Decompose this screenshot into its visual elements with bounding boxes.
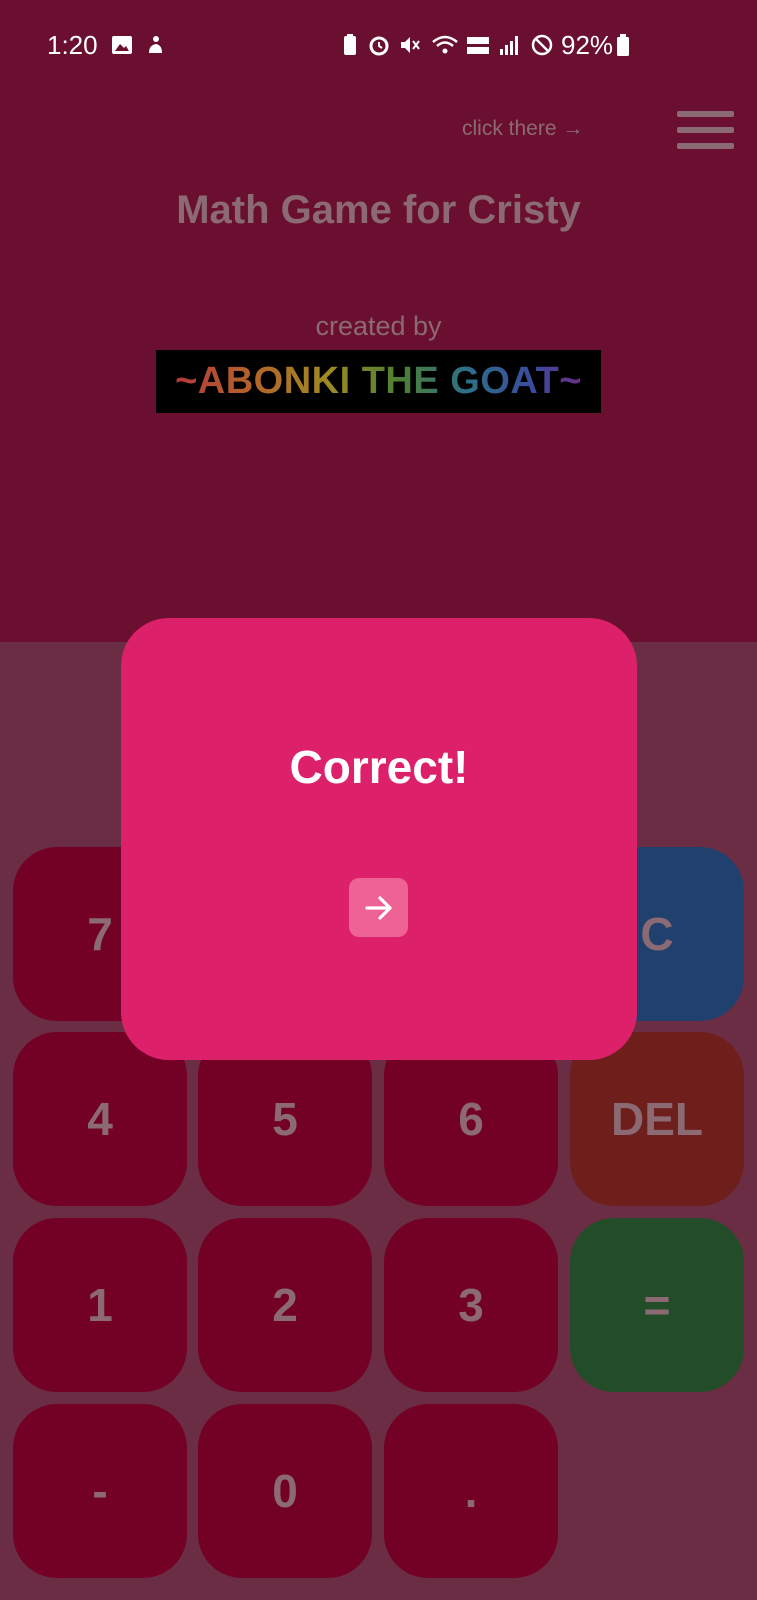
key-equals[interactable]: = — [570, 1218, 744, 1392]
key-3[interactable]: 3 — [384, 1218, 558, 1392]
header-area: 1:20 92% click there → Math Game for Cri… — [0, 0, 757, 642]
author-badge: ~ABONKI THE GOAT~ — [156, 350, 601, 413]
arrow-right-icon — [364, 895, 392, 920]
battery-percentage: 92% — [561, 30, 614, 60]
author-name: ~ABONKI THE GOAT~ — [175, 360, 582, 402]
result-message: Correct! — [289, 741, 469, 793]
wifi-icon — [432, 35, 458, 54]
mute-icon — [401, 37, 420, 53]
next-question-button[interactable] — [349, 878, 408, 937]
created-by-label: created by — [315, 311, 442, 341]
key-decimal[interactable]: . — [384, 1404, 558, 1578]
do-not-disturb-icon — [531, 34, 553, 56]
hamburger-menu-icon[interactable] — [677, 110, 734, 150]
key-2[interactable]: 2 — [198, 1218, 372, 1392]
battery-icon — [617, 34, 629, 56]
image-icon — [112, 36, 132, 54]
status-bar: 1:20 92% — [0, 0, 757, 96]
result-dialog: Correct! — [121, 618, 637, 1060]
page-title: Math Game for Cristy — [176, 188, 581, 232]
status-time: 1:20 — [47, 30, 98, 60]
signal-icon — [500, 36, 518, 55]
volte-icon — [467, 37, 489, 54]
app-notification-icon — [149, 36, 162, 53]
key-minus[interactable]: - — [13, 1404, 187, 1578]
key-1[interactable]: 1 — [13, 1218, 187, 1392]
alarm-icon — [369, 36, 389, 56]
battery-saver-icon — [344, 34, 356, 55]
menu-hint-text: click there → — [462, 117, 584, 140]
key-0[interactable]: 0 — [198, 1404, 372, 1578]
